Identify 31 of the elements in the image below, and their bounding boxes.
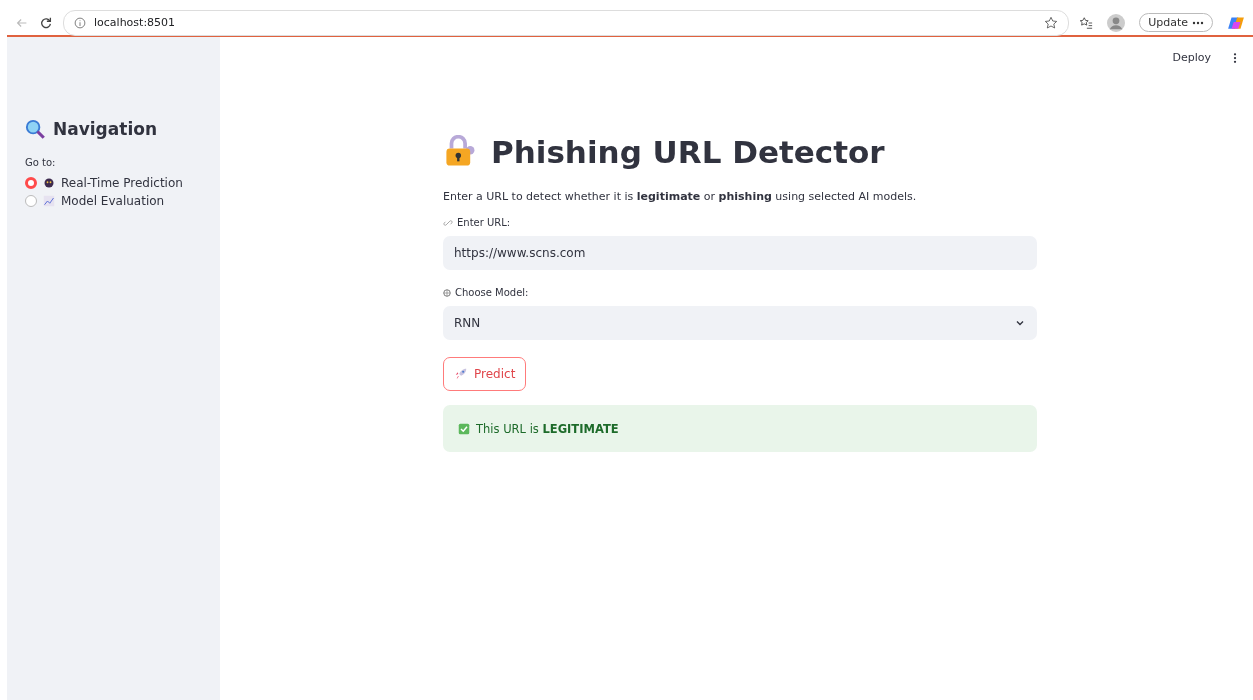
radio-option-label[interactable]: Model Evaluation <box>61 194 165 208</box>
magnifier-icon <box>25 119 45 139</box>
info-icon <box>74 16 86 29</box>
field-label: Choose Model: <box>455 287 529 298</box>
predict-button[interactable]: Predict <box>443 357 527 391</box>
reload-icon <box>39 15 53 30</box>
model-dropdown[interactable]: RNN <box>443 306 1037 340</box>
more-icon <box>1192 20 1204 25</box>
favorites-icon <box>1079 15 1094 30</box>
page-title: Phishing URL Detector <box>491 134 885 170</box>
address-bar[interactable]: localhost:8501 <box>63 9 1070 36</box>
result-message: This URL is LEGITIMATE <box>476 421 619 436</box>
check-icon <box>458 422 470 435</box>
radio-button[interactable] <box>25 195 37 207</box>
rocket-icon <box>454 367 468 381</box>
deploy-button[interactable]: Deploy <box>1172 51 1211 64</box>
radio-button[interactable] <box>25 177 37 189</box>
update-button[interactable]: Update <box>1139 13 1213 32</box>
chart-icon <box>43 195 55 207</box>
avatar-icon <box>1107 13 1126 32</box>
intro-text: Enter a URL to detect whether it is legitimate or phishing using selected AI models. <box>443 190 918 203</box>
field-label: Enter URL: <box>457 217 511 228</box>
robot-icon <box>43 177 55 189</box>
padlock-icon <box>443 135 477 169</box>
radio-option-label[interactable]: Real-Time Prediction <box>61 176 183 190</box>
radio-group-label: Go to: <box>25 157 56 168</box>
sidebar-title: Navigation <box>53 119 157 139</box>
link-icon <box>443 217 453 228</box>
globe-icon <box>443 288 451 297</box>
star-icon <box>1044 15 1059 30</box>
url-input-field[interactable]: https://www.scns.com <box>443 236 1037 270</box>
